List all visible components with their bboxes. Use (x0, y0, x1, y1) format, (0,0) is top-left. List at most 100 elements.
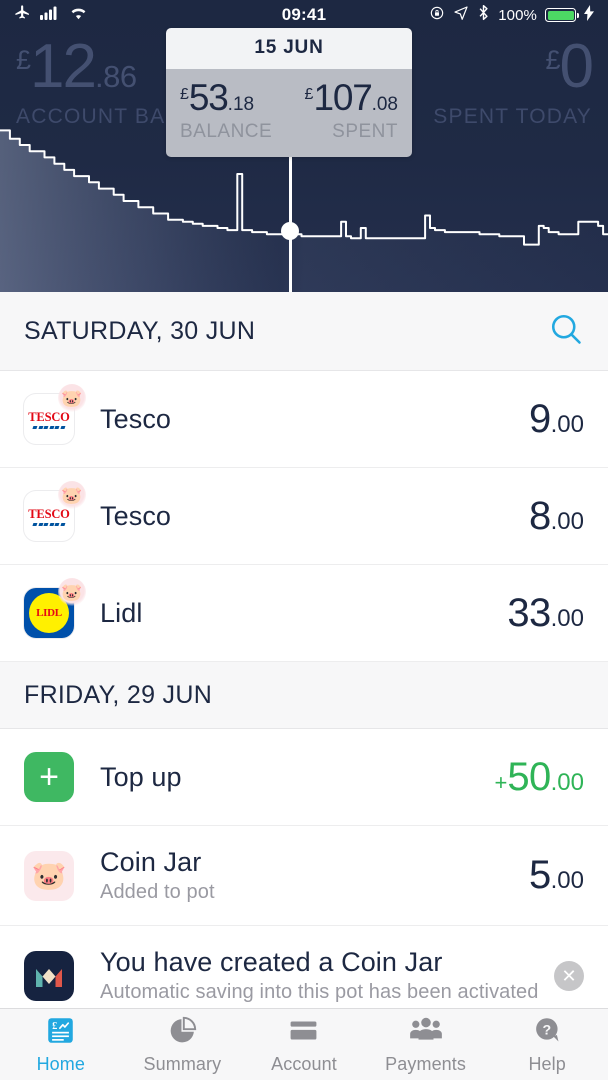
section-title: SATURDAY, 30 JUN (24, 317, 256, 345)
tooltip-balance-label: BALANCE (180, 121, 273, 142)
location-arrow-icon (453, 5, 469, 26)
tooltip-date: 15 JUN (166, 28, 412, 69)
amount-sign: + (494, 769, 508, 795)
bluetooth-icon (477, 4, 490, 26)
transaction-amount: +50.00 (494, 755, 584, 800)
battery-percent-label: 100% (498, 6, 537, 24)
transaction-title: Tesco (100, 403, 172, 434)
tab-account[interactable]: Account (243, 1009, 365, 1080)
amount-decimal: .00 (550, 507, 584, 535)
piggy-bank-icon: 🐷 (58, 384, 86, 412)
transaction-title: Lidl (100, 597, 143, 628)
monzo-icon-wrap (24, 950, 74, 1001)
svg-text:?: ? (542, 1022, 551, 1038)
transaction-title: Top up (100, 761, 182, 792)
account-balance-decimal: .86 (95, 59, 137, 94)
tab-payments[interactable]: Payments (365, 1009, 487, 1080)
tooltip-balance-decimal: .18 (227, 94, 255, 115)
tab-help[interactable]: ? Help (486, 1009, 608, 1080)
spent-today-amount: £0 (433, 36, 594, 98)
tab-summary[interactable]: Summary (122, 1009, 244, 1080)
chart-selection-dot[interactable] (281, 222, 299, 240)
battery-icon (545, 8, 579, 22)
chart-selection-line (289, 143, 292, 292)
amount-integer: 50 (507, 754, 551, 799)
transaction-subtitle: Added to pot (100, 881, 215, 903)
cellular-signal-icon (40, 6, 60, 25)
tooltip-spent-decimal: .08 (371, 94, 398, 115)
tooltip-balance-amount: £53.18 (180, 79, 289, 116)
table-row[interactable]: 🐷 Coin Jar Added to pot 5.00 (0, 826, 608, 926)
piggy-bank-icon: 🐷 (58, 578, 86, 606)
coinjar-icon-wrap: 🐷 (24, 850, 74, 901)
tab-bar[interactable]: £ Home Summary Account Payments ? Help (0, 1008, 608, 1080)
transaction-title: Tesco (100, 500, 172, 531)
amount-decimal: .00 (550, 410, 584, 438)
rotation-lock-icon (429, 5, 445, 26)
row-text: Tesco (100, 404, 529, 435)
table-row[interactable]: TESCO 🐷 Tesco 8.00 (0, 468, 608, 565)
tooltip-body: £53.18 BALANCE £107.08 SPENT (166, 69, 412, 157)
svg-text:£: £ (52, 1021, 57, 1032)
tab-label: Account (271, 1053, 337, 1074)
spent-today-integer: 0 (559, 32, 595, 101)
close-icon[interactable]: ✕ (554, 960, 584, 991)
spent-today-currency: £ (545, 45, 560, 75)
account-balance-amount: £12.86 (16, 36, 178, 98)
charging-bolt-icon (584, 4, 594, 26)
amount-integer: 5 (528, 853, 551, 897)
amount-integer: 33 (507, 590, 551, 635)
section-header-friday: FRIDAY, 29 JUN (0, 662, 608, 729)
tab-label: Home (36, 1053, 85, 1074)
merchant-logo-wrap: LIDL 🐷 (24, 578, 86, 638)
section-title: FRIDAY, 29 JUN (24, 681, 213, 709)
amount-decimal: .00 (550, 768, 584, 796)
pie-chart-icon (167, 1015, 198, 1051)
chart-tooltip[interactable]: 15 JUN £53.18 BALANCE £107.08 SPENT (166, 28, 412, 157)
tooltip-spent-label: SPENT (332, 121, 398, 142)
table-row[interactable]: TESCO 🐷 Tesco 9.00 (0, 371, 608, 468)
search-icon[interactable] (548, 311, 584, 352)
card-icon (288, 1015, 319, 1051)
row-text: Tesco (100, 501, 529, 532)
tab-label: Summary (143, 1053, 222, 1074)
tab-label: Payments (385, 1053, 466, 1074)
amount-integer: 9 (528, 396, 551, 441)
home-statement-icon: £ (45, 1015, 76, 1051)
amount-decimal: .00 (550, 604, 584, 632)
amount-integer: 8 (528, 493, 551, 538)
piggy-bank-icon: 🐷 (24, 850, 74, 901)
row-text: Top up (100, 762, 494, 793)
transaction-title: Coin Jar (100, 847, 202, 877)
status-bar-right: 100% (429, 4, 594, 26)
tooltip-balance-currency: £ (180, 86, 189, 103)
tooltip-spent-block: £107.08 SPENT (289, 79, 398, 143)
table-row[interactable]: LIDL 🐷 Lidl 33.00 (0, 565, 608, 662)
table-row[interactable]: + Top up +50.00 (0, 729, 608, 826)
notification-row[interactable]: You have created a Coin Jar Automatic sa… (0, 926, 608, 1008)
tooltip-spent-amount: £107.08 (289, 79, 398, 116)
transaction-amount: 8.00 (529, 494, 584, 539)
piggy-bank-icon: 🐷 (58, 481, 86, 509)
airplane-icon (14, 4, 31, 26)
monzo-logo-icon (24, 950, 74, 1001)
tab-home[interactable]: £ Home (0, 1009, 122, 1080)
section-header-saturday: SATURDAY, 30 JUN (0, 292, 608, 371)
plus-icon: + (24, 752, 74, 802)
status-bar-left (14, 4, 88, 26)
transaction-amount: 33.00 (507, 591, 584, 636)
tooltip-balance-integer: 53 (188, 77, 229, 118)
row-text: You have created a Coin Jar Automatic sa… (100, 947, 554, 1004)
tooltip-spent-integer: 107 (313, 77, 372, 118)
tab-label: Help (528, 1053, 566, 1074)
status-bar: 09:41 100% (0, 0, 608, 30)
amount-decimal: .00 (550, 867, 584, 894)
wifi-icon (69, 6, 88, 25)
row-text: Lidl (100, 598, 507, 629)
notification-subtitle: Automatic saving into this pot has been … (100, 981, 539, 1003)
transaction-amount: 9.00 (529, 397, 584, 442)
transaction-amount: 5.00 (529, 853, 584, 898)
notification-title: You have created a Coin Jar (100, 947, 443, 977)
merchant-logo-wrap: TESCO 🐷 (24, 384, 86, 444)
transaction-list[interactable]: SATURDAY, 30 JUN TESCO 🐷 Tesco 9.00 TESC… (0, 292, 608, 1008)
